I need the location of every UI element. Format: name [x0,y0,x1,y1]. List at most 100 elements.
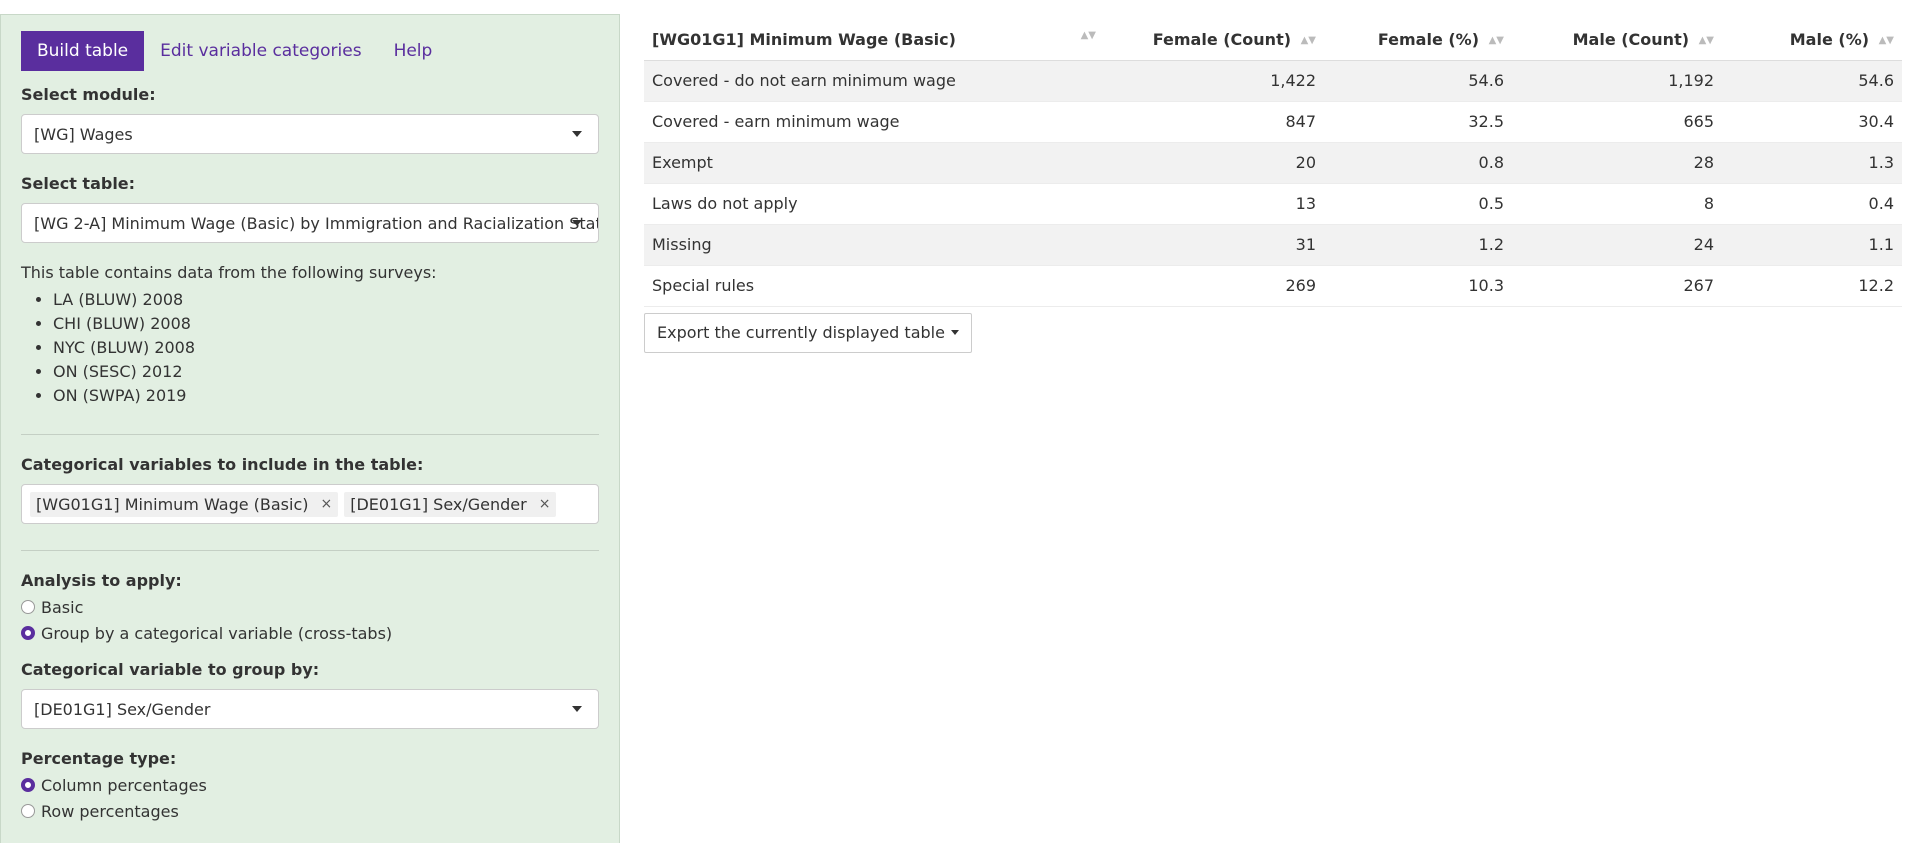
radio-label: Row percentages [41,801,179,821]
analysis-label: Analysis to apply: [21,571,182,590]
table-cell: Covered - do not earn minimum wage [644,60,1104,102]
sort-icon[interactable]: ▲▼ [1879,35,1894,46]
tab-edit-variable-categories[interactable]: Edit variable categories [144,31,377,71]
percentage-option-column[interactable]: Column percentages [21,772,599,798]
module-label: Select module: [21,85,156,104]
column-header-female-pct[interactable]: Female (%) ▲▼ [1324,20,1512,61]
categorical-label: Categorical variables to include in the … [21,455,424,474]
survey-item: NYC (BLUW) 2008 [53,336,599,360]
divider [21,434,599,435]
radio-button[interactable] [21,600,35,614]
export-button-label: Export the currently displayed table [657,323,945,342]
group-by-select[interactable]: [DE01G1] Sex/Gender [21,689,599,729]
chevron-down-icon [572,706,582,712]
sort-icon[interactable]: ▲▼ [1081,30,1096,41]
table-cell: 1,422 [1104,60,1324,102]
close-icon[interactable]: × [539,496,551,512]
column-header-label: Female (%) [1377,30,1480,50]
column-header-male-count[interactable]: Male (Count) ▲▼ [1512,20,1722,61]
tab-help[interactable]: Help [378,31,449,71]
table-cell: 0.8 [1324,142,1512,184]
table-cell: 13 [1104,183,1324,225]
variable-chip-label: [DE01G1] Sex/Gender [350,494,527,514]
survey-item: ON (SESC) 2012 [53,360,599,384]
table-cell: Laws do not apply [644,183,1104,225]
survey-list: LA (BLUW) 2008 CHI (BLUW) 2008 NYC (BLUW… [21,288,599,408]
table-cell: 0.4 [1722,183,1902,225]
column-header-label: [WG01G1] Minimum Wage (Basic) [652,30,956,50]
radio-label: Group by a categorical variable (cross-t… [41,623,393,643]
radio-label: Column percentages [41,775,207,795]
table-cell: Special rules [644,265,1104,307]
column-header-female-count[interactable]: Female (Count) ▲▼ [1104,20,1324,61]
percentage-type-label: Percentage type: [21,749,177,768]
table-cell: 31 [1104,224,1324,266]
survey-item: LA (BLUW) 2008 [53,288,599,312]
table-select-value: [WG 2-A] Minimum Wage (Basic) by Immigra… [34,213,599,233]
table-row: Covered - do not earn minimum wage 1,422… [644,60,1902,102]
table-cell: 12.2 [1722,265,1902,307]
table-cell: 54.6 [1324,60,1512,102]
column-header-male-pct[interactable]: Male (%) ▲▼ [1722,20,1902,61]
table-select[interactable]: [WG 2-A] Minimum Wage (Basic) by Immigra… [21,203,599,243]
group-by-select-value: [DE01G1] Sex/Gender [34,699,211,719]
table-row: Special rules 269 10.3 267 12.2 [644,265,1902,307]
table-cell: 269 [1104,265,1324,307]
table-header-row: [WG01G1] Minimum Wage (Basic) ▲▼ Female … [644,20,1902,61]
survey-intro-text: This table contains data from the follow… [21,263,437,282]
table-cell: 1,192 [1512,60,1722,102]
close-icon[interactable]: × [321,496,333,512]
table-cell: 1.2 [1324,224,1512,266]
table-cell: 267 [1512,265,1722,307]
table-cell: 665 [1512,101,1722,143]
table-cell: 20 [1104,142,1324,184]
table-cell: 847 [1104,101,1324,143]
percentage-option-row[interactable]: Row percentages [21,798,599,824]
tab-bar: Build table Edit variable categories Hel… [21,31,599,71]
group-by-label: Categorical variable to group by: [21,660,320,679]
table-cell: 54.6 [1722,60,1902,102]
sort-icon[interactable]: ▲▼ [1489,35,1504,46]
table-label: Select table: [21,174,136,193]
sort-icon[interactable]: ▲▼ [1699,35,1714,46]
column-header-label: Female (Count) [1152,30,1292,50]
table-row: Laws do not apply 13 0.5 8 0.4 [644,183,1902,225]
tab-build-table[interactable]: Build table [21,31,145,71]
analysis-option-crosstabs[interactable]: Group by a categorical variable (cross-t… [21,620,599,646]
analysis-option-basic[interactable]: Basic [21,594,599,620]
variable-chip: [DE01G1] Sex/Gender × [344,491,557,517]
column-header-variable[interactable]: [WG01G1] Minimum Wage (Basic) ▲▼ [644,20,1104,61]
column-header-label: Male (Count) [1572,30,1690,50]
table-row: Covered - earn minimum wage 847 32.5 665… [644,101,1902,143]
module-select-value: [WG] Wages [34,124,133,144]
survey-item: CHI (BLUW) 2008 [53,312,599,336]
export-table-button[interactable]: Export the currently displayed table [644,312,972,353]
sidebar-panel: Build table Edit variable categories Hel… [0,14,620,843]
table-cell: 1.3 [1722,142,1902,184]
table-cell: 30.4 [1722,101,1902,143]
divider [21,550,599,551]
radio-label: Basic [41,597,84,617]
table-cell: 8 [1512,183,1722,225]
table-cell: Missing [644,224,1104,266]
table-cell: 10.3 [1324,265,1512,307]
radio-button[interactable] [21,804,35,818]
table-cell: 24 [1512,224,1722,266]
categorical-variables-input[interactable]: [WG01G1] Minimum Wage (Basic) × [DE01G1]… [21,484,599,524]
chevron-down-icon [572,131,582,137]
table-cell: 0.5 [1324,183,1512,225]
radio-button[interactable] [21,778,35,792]
sort-icon[interactable]: ▲▼ [1301,35,1316,46]
table-cell: 28 [1512,142,1722,184]
table-cell: Covered - earn minimum wage [644,101,1104,143]
variable-chip-label: [WG01G1] Minimum Wage (Basic) [36,494,309,514]
table-cell: 1.1 [1722,224,1902,266]
module-select[interactable]: [WG] Wages [21,114,599,154]
table-row: Missing 31 1.2 24 1.1 [644,224,1902,266]
table-cell: 32.5 [1324,101,1512,143]
results-table: [WG01G1] Minimum Wage (Basic) ▲▼ Female … [644,20,1902,307]
radio-button[interactable] [21,626,35,640]
chevron-down-icon [572,220,582,226]
results-panel: [WG01G1] Minimum Wage (Basic) ▲▼ Female … [644,20,1902,353]
column-header-label: Male (%) [1789,30,1870,50]
